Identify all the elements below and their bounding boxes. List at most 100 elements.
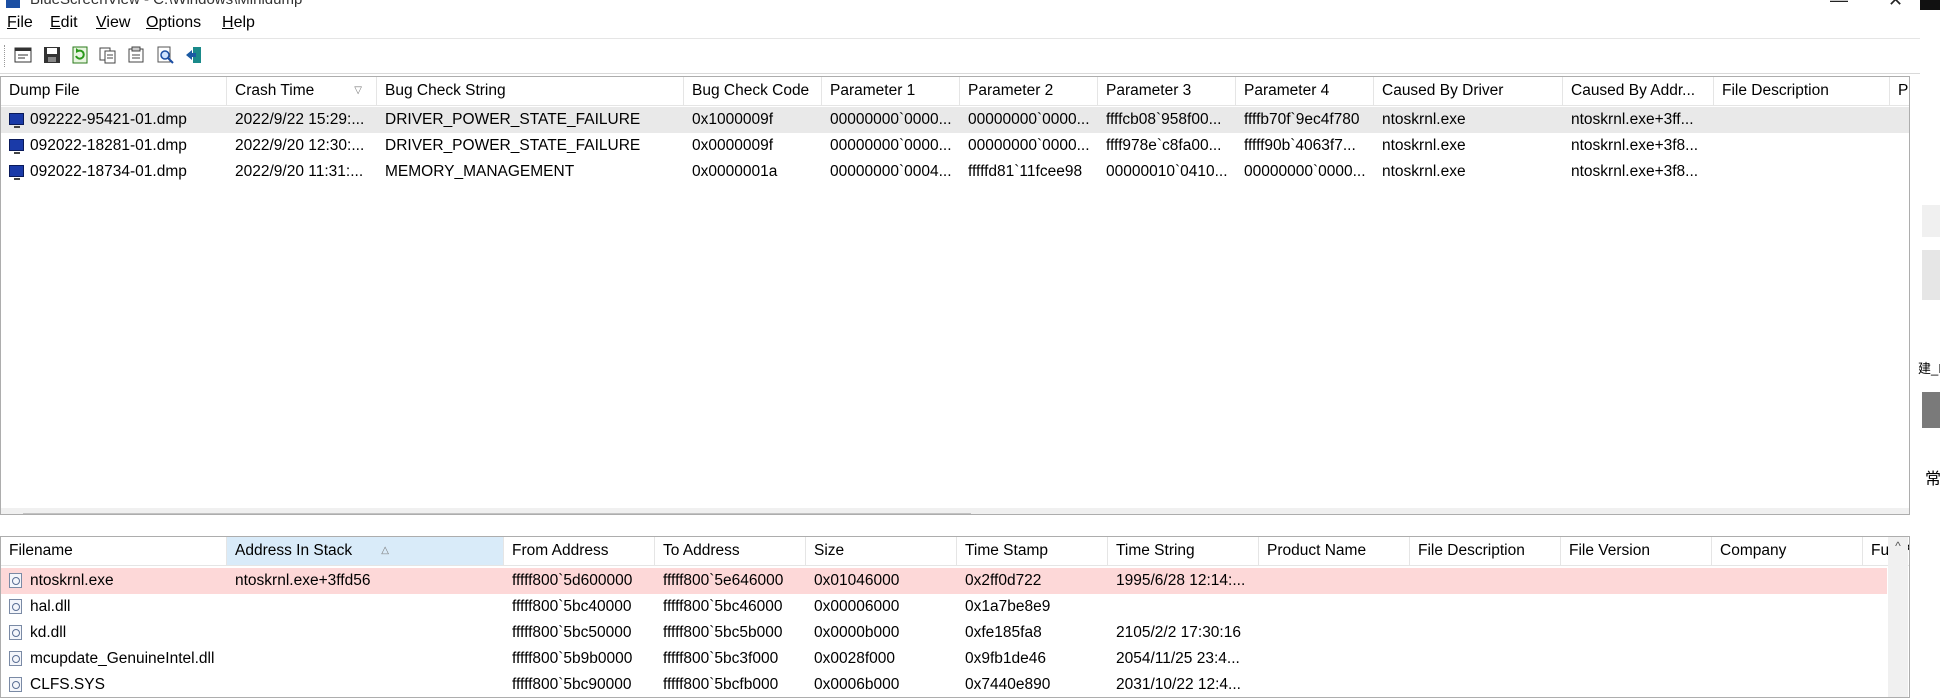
cell-parameter-4: fffff90b`4063f7... [1244,137,1356,154]
cell-to-address: fffff800`5e646000 [663,572,784,589]
column-company[interactable]: Company [1712,537,1863,565]
cell-to-address: fffff800`5bc3f000 [663,650,779,667]
scroll-right-button[interactable]: > [1887,508,1909,514]
cell-parameter-1: 00000000`0000... [830,137,952,154]
cell-time-string: 2054/11/25 23:4... [1116,650,1240,667]
copy-icon[interactable] [98,45,118,65]
column-to-address[interactable]: To Address [655,537,806,565]
column-product-name[interactable]: Product Name [1259,537,1410,565]
cell-parameter-1: 00000000`0000... [830,111,952,128]
column-bug-check-string[interactable]: Bug Check String [377,77,684,105]
column-crash-time[interactable]: Crash Time ▽ [227,77,377,105]
module-list-pane: Filename Address In Stack △ From Address … [0,536,1910,698]
menu-help[interactable]: Help [222,14,255,32]
scroll-up-button[interactable]: ^ [1888,539,1908,553]
cell-bug-check-string: DRIVER_POWER_STATE_FAILURE [385,137,641,154]
column-caused-by-address[interactable]: Caused By Addr... [1563,77,1714,105]
cell-size: 0x0000b000 [814,624,900,641]
cell-filename: mcupdate_GenuineIntel.dll [30,650,215,667]
table-row[interactable]: CLFS.SYS fffff800`5bc90000 fffff800`5bcf… [1,672,1909,697]
cell-parameter-2: 00000000`0000... [968,137,1090,154]
toolbar [0,38,1920,74]
horizontal-scrollbar[interactable]: < > [1,508,1909,514]
table-row[interactable]: mcupdate_GenuineIntel.dll fffff800`5b9b0… [1,646,1909,672]
cell-time-string: 2105/2/2 17:30:16 [1116,624,1241,641]
column-parameter-4[interactable]: Parameter 4 [1236,77,1374,105]
menu-view[interactable]: View [96,14,130,32]
edge-text: 常 [1925,471,1940,488]
html-report-icon[interactable] [126,45,146,65]
title-bar: BlueScreenView - C:\Windows\Minidump — ✕ [0,0,1940,10]
column-size[interactable]: Size [806,537,957,565]
find-icon[interactable] [155,45,175,65]
column-file-version[interactable]: File Version [1561,537,1712,565]
app-icon [6,0,20,8]
scroll-left-button[interactable]: < [1,508,23,514]
cell-time-stamp: 0x2ff0d722 [965,572,1042,589]
column-bug-check-code[interactable]: Bug Check Code [684,77,822,105]
column-file-description[interactable]: File Description [1714,77,1890,105]
toolbar-grip [4,45,8,67]
table-row[interactable]: 092222-95421-01.dmp 2022/9/22 15:29:... … [1,107,1909,133]
cell-size: 0x0006b000 [814,676,900,693]
cell-caused-by-address: ntoskrnl.exe+3ff... [1571,111,1694,128]
column-address-in-stack[interactable]: Address In Stack △ [227,537,504,565]
cell-address-in-stack [227,594,504,620]
table-row[interactable]: ntoskrnl.exe ntoskrnl.exe+3ffd56 fffff80… [1,568,1887,594]
table-row[interactable]: 092022-18734-01.dmp 2022/9/20 11:31:... … [1,159,1909,185]
table-row[interactable]: kd.dll fffff800`5bc50000 fffff800`5bc5b0… [1,620,1909,646]
column-crash-time-label: Crash Time [235,82,315,99]
column-processor[interactable]: Proc [1890,77,1909,105]
column-parameter-1[interactable]: Parameter 1 [822,77,960,105]
table-row[interactable]: 092022-18281-01.dmp 2022/9/20 12:30:... … [1,133,1909,159]
properties-icon[interactable] [13,45,33,65]
module-list-header: Filename Address In Stack △ From Address … [1,537,1909,566]
cell-caused-by-address: ntoskrnl.exe+3f8... [1571,137,1699,154]
dump-list-pane: Dump File Crash Time ▽ Bug Check String B… [0,76,1910,515]
column-address-in-stack-label: Address In Stack [235,542,353,559]
cell-address-in-stack [227,646,504,672]
edge-text: 建_IC [1918,361,1940,376]
cell-from-address: fffff800`5bc50000 [512,624,632,641]
column-time-stamp[interactable]: Time Stamp [957,537,1108,565]
column-filename[interactable]: Filename [1,537,227,565]
cell-time-string [1108,594,1259,620]
column-file-description-2[interactable]: File Description [1410,537,1561,565]
column-from-address[interactable]: From Address [504,537,655,565]
menu-edit[interactable]: Edit [50,14,78,32]
sort-desc-icon: ▽ [354,85,362,96]
cell-filename: CLFS.SYS [30,676,105,693]
cell-address-in-stack [227,620,504,646]
vertical-scrollbar[interactable]: ^ [1888,537,1908,697]
close-button[interactable]: ✕ [1888,0,1903,10]
cell-time-stamp: 0x9fb1de46 [965,650,1047,667]
column-dump-file[interactable]: Dump File [1,77,227,105]
edge-panel [1922,205,1940,237]
column-parameter-2[interactable]: Parameter 2 [960,77,1098,105]
menu-file[interactable]: File [7,14,33,32]
cell-time-string: 2031/10/22 12:4... [1116,676,1241,693]
menu-options[interactable]: Options [146,14,201,32]
table-row[interactable]: hal.dll fffff800`5bc40000 fffff800`5bc46… [1,594,1909,620]
cell-bug-check-string: DRIVER_POWER_STATE_FAILURE [385,111,641,128]
cell-to-address: fffff800`5bcfb000 [663,676,779,693]
cell-parameter-4: 00000000`0000... [1244,163,1366,180]
cell-caused-by-driver: ntoskrnl.exe [1382,137,1466,154]
cell-filename: kd.dll [30,624,67,641]
minimize-button[interactable]: — [1830,0,1848,10]
cell-time-stamp: 0x1a7be8e9 [965,598,1051,615]
cell-bug-check-code: 0x0000001a [692,163,778,180]
cell-time-stamp: 0xfe185fa8 [965,624,1042,641]
column-parameter-3[interactable]: Parameter 3 [1098,77,1236,105]
column-time-string[interactable]: Time String [1108,537,1259,565]
save-icon[interactable] [42,45,62,65]
cell-filename: ntoskrnl.exe [30,572,114,589]
cell-parameter-2: 00000000`0000... [968,111,1090,128]
column-caused-by-driver[interactable]: Caused By Driver [1374,77,1563,105]
exit-icon[interactable] [184,45,204,65]
dump-list-header: Dump File Crash Time ▽ Bug Check String B… [1,77,1909,106]
cell-from-address: fffff800`5bc40000 [512,598,632,615]
refresh-icon[interactable] [70,45,90,65]
horizontal-scroll-thumb[interactable] [23,513,971,514]
cell-caused-by-driver: ntoskrnl.exe [1382,111,1466,128]
